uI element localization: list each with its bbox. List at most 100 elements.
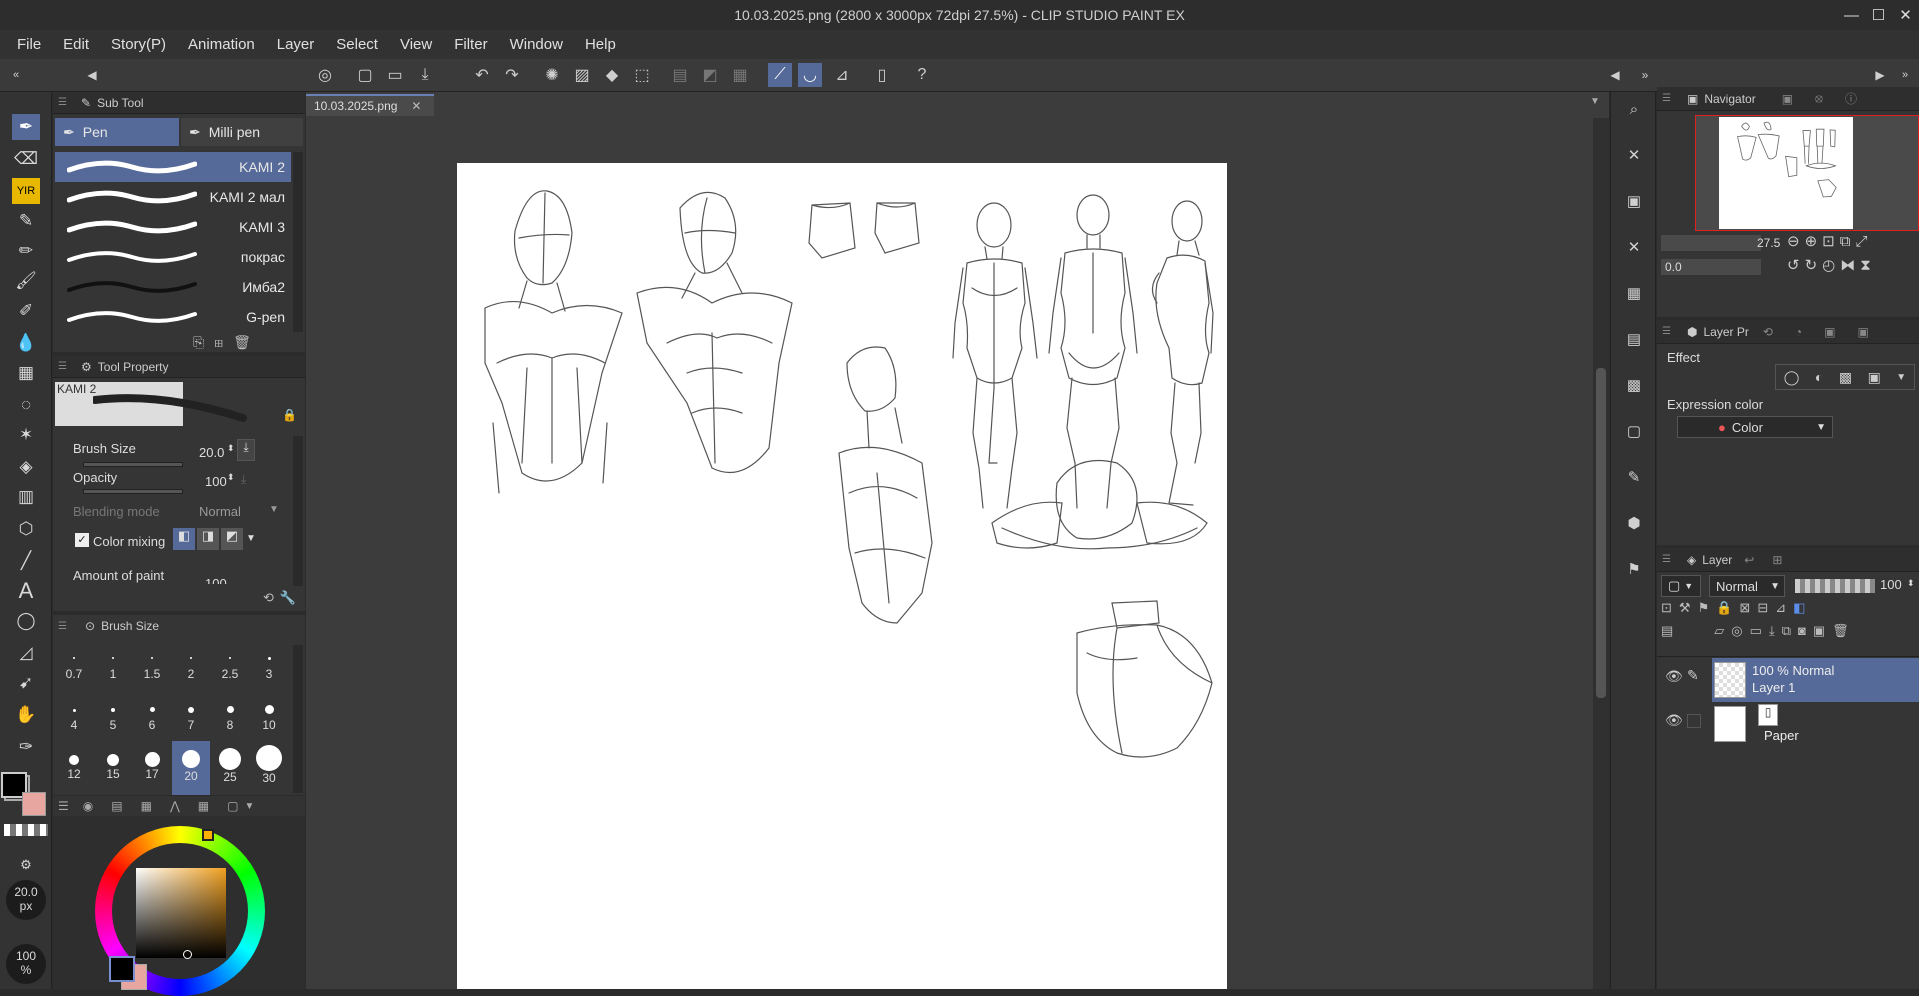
menu-layer[interactable]: Layer — [266, 36, 326, 53]
color-set-tab-icon[interactable]: ▦ — [141, 799, 152, 813]
text-tool-icon[interactable]: A — [12, 578, 40, 604]
balloon-tool-icon[interactable]: ◯ — [12, 608, 40, 634]
scroll-thumb[interactable] — [1596, 368, 1606, 698]
transfer-layer-icon[interactable]: ⤓ — [1769, 623, 1782, 638]
size-preset[interactable]: 17 — [133, 747, 171, 795]
tab-pen[interactable]: ✒ Pen — [55, 118, 179, 146]
brush-tool-icon[interactable]: 🖌 — [12, 268, 40, 294]
transform-icon[interactable]: ⬚ — [630, 63, 654, 87]
tab-icon-5[interactable]: ▣ — [1858, 325, 1869, 339]
approximate-color-tab-icon[interactable]: ▦ — [198, 799, 209, 813]
amount-value[interactable]: 100 — [205, 576, 227, 584]
layer-menu-icon[interactable]: ▤ — [1661, 623, 1680, 638]
material-edit-icon[interactable]: ✎ — [1621, 464, 1647, 490]
opacity-spin-icon[interactable]: ⬍ — [1907, 578, 1915, 589]
mix-mode-smear-icon[interactable]: ◩ — [221, 528, 243, 550]
intermediate-color-tab-icon[interactable]: ⋀ — [170, 799, 180, 813]
layer-type-dropdown[interactable]: ▢ ▼ — [1661, 575, 1701, 597]
size-preset[interactable]: 4 — [55, 697, 93, 745]
new-file-icon[interactable]: ▢ — [353, 63, 377, 87]
auto-action-icon[interactable]: ⊞ — [1772, 553, 1782, 567]
zoom-slider[interactable] — [1661, 235, 1761, 251]
layer-opacity-value[interactable]: 100 — [1880, 577, 1902, 592]
brush-size-slider[interactable] — [83, 462, 183, 467]
opacity-spin-icon[interactable]: ⬍ — [227, 472, 235, 483]
eyedropper-tool-icon[interactable]: ✑ — [12, 734, 40, 760]
menu-filter[interactable]: Filter — [443, 36, 498, 53]
panel-grip-icon[interactable]: ☰ — [58, 621, 67, 632]
size-preset[interactable]: 3 — [250, 647, 288, 695]
tab-menu-icon[interactable]: ▼ — [1590, 96, 1600, 107]
panel-right-next-icon[interactable]: ▶ — [1868, 63, 1892, 87]
menu-help[interactable]: Help — [574, 36, 627, 53]
rotation-value[interactable]: 0.0 — [1665, 260, 1682, 274]
redo-icon[interactable]: ↷ — [500, 63, 524, 87]
clear-icon[interactable]: ▨ — [570, 63, 594, 87]
menu-animation[interactable]: Animation — [177, 36, 266, 53]
actual-size-icon[interactable]: ⧉ — [1840, 233, 1856, 250]
eraser-tool-icon[interactable]: ⌫ — [12, 146, 40, 172]
panel-grip-icon[interactable]: ☰ — [58, 799, 69, 813]
brush-size-spin-icon[interactable]: ⬍ — [227, 443, 235, 454]
fill-icon[interactable]: ◆ — [600, 63, 624, 87]
transparent-color-icon[interactable] — [4, 824, 48, 836]
menu-view[interactable]: View — [389, 36, 443, 53]
layer-opacity-slider[interactable] — [1795, 579, 1875, 593]
flip-horizontal-icon[interactable]: ⧓ — [1840, 257, 1860, 274]
pen-plus-tool-icon[interactable]: ✎ — [12, 208, 40, 234]
visibility-eye-icon[interactable]: 👁 — [1665, 712, 1683, 729]
color-slider-tab-icon[interactable]: ▤ — [111, 799, 122, 813]
tab-milli-pen[interactable]: ✒ Milli pen — [181, 118, 303, 146]
search-icon[interactable]: ⌕ — [1621, 96, 1647, 122]
info-tab-icon[interactable]: ⓘ — [1845, 90, 1857, 107]
sub-color-fill[interactable] — [22, 792, 46, 816]
brush-item[interactable]: KAMI 3 — [55, 212, 291, 242]
brush-item[interactable]: Имба2 — [55, 272, 291, 302]
size-preset[interactable]: 5 — [94, 697, 132, 745]
saturation-value-square[interactable] — [136, 868, 226, 958]
pen-tool-icon[interactable]: ✒ — [12, 114, 40, 140]
size-preset[interactable]: 2.5 — [211, 647, 249, 695]
gradient-tool-icon[interactable]: ▥ — [12, 484, 40, 510]
line-tool-icon[interactable]: ╱ — [12, 548, 40, 574]
figure-tool-icon[interactable]: ⬡ — [12, 516, 40, 542]
panel-grip-icon[interactable]: ☰ — [1662, 93, 1671, 104]
color-wheel-tab-icon[interactable]: ◉ — [83, 799, 93, 813]
tool-property-scrollbar[interactable] — [293, 436, 303, 586]
delete-subtool-icon[interactable]: 🗑 — [233, 334, 261, 350]
zoom-out-icon[interactable]: ⊖ — [1787, 233, 1805, 250]
blending-chevron-icon[interactable]: ▼ — [269, 504, 279, 515]
delete-layer-icon[interactable]: 🗑 — [1832, 623, 1856, 638]
size-preset[interactable]: 25 — [211, 747, 249, 795]
material-frame-icon[interactable]: ▢ — [1621, 418, 1647, 444]
size-preset[interactable]: 12 — [55, 747, 93, 795]
panel-right-arrow-icon[interactable]: ◀ — [1603, 63, 1627, 87]
canvas-paper[interactable] — [457, 163, 1227, 989]
size-preset[interactable]: 7 — [172, 697, 210, 745]
main-color-chip[interactable] — [109, 956, 135, 982]
visibility-eye-icon[interactable]: 👁 — [1665, 668, 1683, 685]
menu-file[interactable]: File — [6, 36, 52, 53]
zoom-value[interactable]: 27.5 — [1757, 236, 1780, 250]
custom-tool-icon[interactable]: YIR — [12, 178, 40, 204]
size-preset[interactable]: 6 — [133, 697, 171, 745]
size-preset[interactable]: 15 — [94, 747, 132, 795]
panel-grip-icon[interactable]: ☰ — [58, 361, 67, 372]
fill-tool-icon[interactable]: ◈ — [12, 454, 40, 480]
airbrush-tool-icon[interactable]: ✐ — [12, 298, 40, 324]
ruler-icon[interactable]: ⊿ — [1775, 600, 1793, 615]
tab-icon-2[interactable]: ⦻ — [1815, 91, 1823, 106]
size-preset[interactable]: 1.5 — [133, 647, 171, 695]
material-close-icon[interactable]: ✕ — [1621, 142, 1647, 168]
color-history-tab-icon[interactable]: ▢ — [227, 799, 238, 813]
reset-icon[interactable]: ⟲ — [263, 590, 280, 605]
brush-size-scrollbar[interactable] — [293, 645, 303, 793]
history-icon[interactable]: ↩ — [1744, 553, 1754, 567]
tablet-icon[interactable]: ▯ — [870, 63, 894, 87]
color-picker-handle[interactable] — [183, 950, 192, 959]
lock-transparency-icon[interactable]: ⊠ — [1739, 600, 1757, 615]
layer-color-icon[interactable]: ◧ — [1793, 600, 1812, 615]
size-preset[interactable]: 8 — [211, 697, 249, 745]
edit-target-box[interactable] — [1687, 714, 1701, 728]
material-delete-icon[interactable]: ✕ — [1621, 234, 1647, 260]
